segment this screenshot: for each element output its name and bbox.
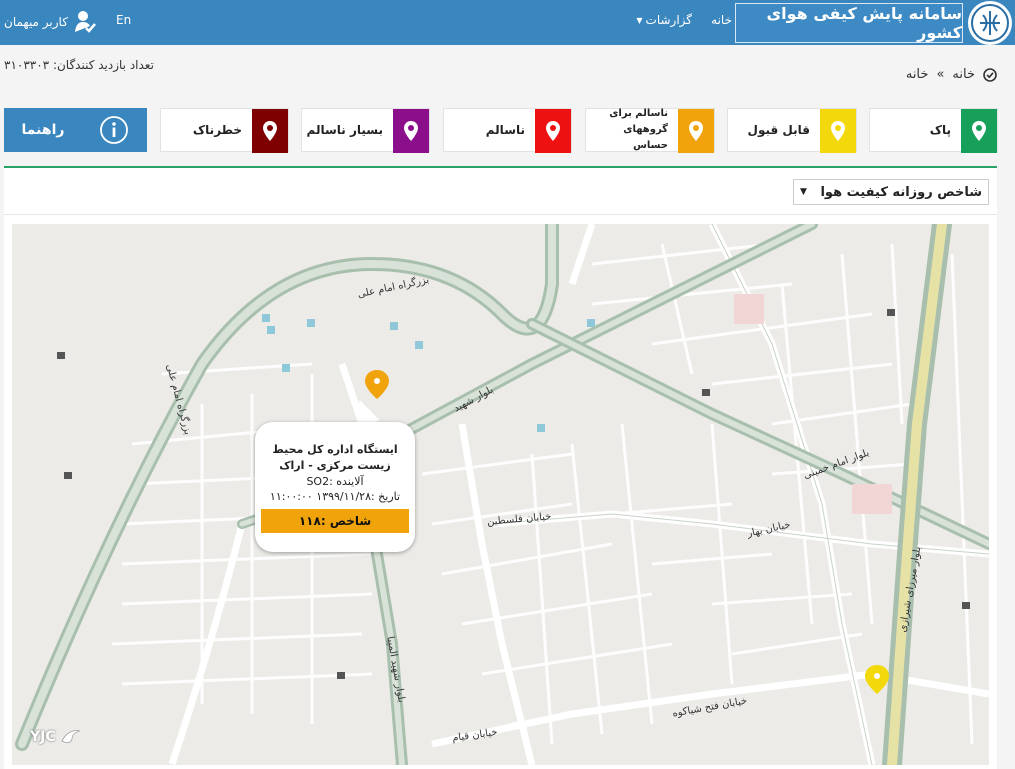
map-pin-icon: [689, 121, 703, 141]
station-date: تاریخ :۱۳۹۹/۱۱/۲۸ ۱۱:۰۰:۰۰: [269, 490, 401, 503]
user-check-icon: [74, 11, 96, 33]
index-type-select-value: شاخص روزانه کیفیت هوا: [820, 184, 982, 200]
top-navbar: سامانه پایش کیفی هوای کشور خانه گزارشات …: [0, 0, 1015, 45]
language-switch[interactable]: En: [116, 13, 131, 27]
legend-label: ناسالم برای گروههای حساس: [586, 108, 678, 151]
breadcrumb-item-current: خانه: [905, 67, 929, 82]
legend-item-unhealthy: ناسالم: [443, 108, 572, 153]
logo[interactable]: [968, 1, 1012, 45]
legend-item-hazardous: خطرناک: [160, 108, 289, 153]
map-pin-icon: [972, 121, 986, 141]
info-icon: [100, 116, 129, 144]
watermark: YJC: [30, 727, 86, 747]
legend-swatch: [678, 109, 714, 153]
map-pin-icon: [263, 121, 277, 141]
legend-label: پاک: [929, 123, 951, 137]
legend-item-very-unhealthy: بسیار ناسالم: [301, 108, 430, 153]
station-popup[interactable]: ایستگاه اداره کل محیط زیست مرکزی - اراک …: [255, 422, 415, 552]
index-type-select[interactable]: شاخص روزانه کیفیت هوا ▼: [793, 179, 989, 205]
legend-label: قابل قبول: [747, 123, 810, 137]
help-button[interactable]: راهنما: [4, 108, 147, 152]
legend-item-acceptable: قابل قبول: [727, 108, 857, 153]
main-panel: شاخص روزانه کیفیت هوا ▼ بزرگراه امام علی…: [4, 166, 997, 769]
watermark-label: YJC: [30, 729, 56, 745]
caret-down-icon: ▼: [800, 187, 807, 197]
map-pin-icon: [546, 121, 560, 141]
legend-swatch: [252, 109, 288, 153]
yjc-logo-icon: [61, 730, 80, 743]
visitor-count: تعداد بازدید کنندگان: ۳۱۰۳۳۰۳: [4, 58, 154, 72]
breadcrumb-separator: »: [936, 67, 945, 82]
check-circle-icon: [983, 67, 997, 82]
legend-label-line2: گروههای حساس: [623, 124, 668, 151]
divider: [4, 214, 997, 215]
map-canvas: [12, 224, 989, 765]
map-pin-icon: [831, 121, 845, 141]
station-name: ایستگاه اداره کل محیط زیست مرکزی - اراک: [272, 443, 398, 472]
nav-reports-label: گزارشات: [645, 13, 692, 27]
legend-swatch: [393, 109, 429, 153]
legend-label: خطرناک: [192, 123, 242, 137]
breadcrumb-item-home[interactable]: خانه: [952, 67, 975, 82]
legend-swatch: [535, 109, 571, 153]
legend-label-line1: ناسالم برای: [609, 108, 668, 119]
doe-logo-icon: [971, 4, 1009, 42]
legend-swatch: [961, 109, 997, 153]
app-title[interactable]: سامانه پایش کیفی هوای کشور: [735, 3, 963, 43]
legend-item-clean: پاک: [869, 108, 998, 153]
legend-label: ناسالم: [485, 123, 525, 137]
legend-item-sensitive: ناسالم برای گروههای حساس: [585, 108, 715, 153]
legend-swatch: [820, 109, 856, 153]
help-button-label: راهنما: [21, 122, 65, 138]
station-pollutant: آلاینده :SO2: [306, 475, 364, 488]
map-pin-icon: [404, 121, 418, 141]
caret-down-icon: ▼: [636, 15, 643, 25]
station-index-badge: شاخص :۱۱۸: [261, 509, 409, 533]
nav-home[interactable]: خانه: [711, 13, 732, 27]
guest-user-label: کاربر میهمان: [4, 15, 68, 29]
nav-reports[interactable]: گزارشات ▼: [636, 13, 692, 27]
guest-user[interactable]: کاربر میهمان: [4, 8, 96, 36]
legend-label: بسیار ناسالم: [306, 123, 383, 137]
map-view[interactable]: بزرگراه امام علی بزرگراه امام علی بلوار …: [12, 224, 989, 765]
breadcrumb: خانه » خانه: [906, 67, 997, 82]
